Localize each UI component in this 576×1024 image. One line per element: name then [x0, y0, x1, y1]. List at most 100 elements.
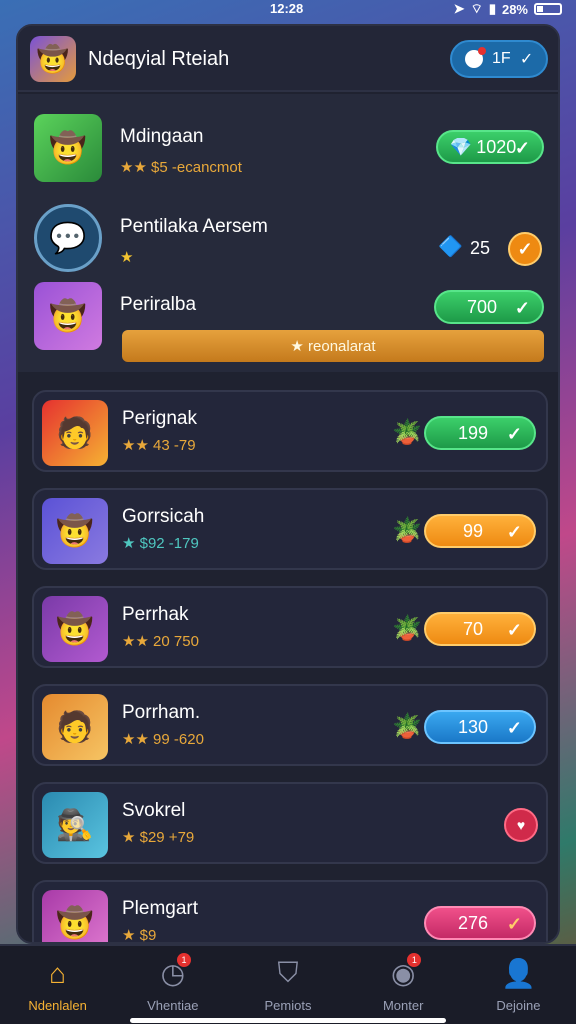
player-avatar: 🧑 — [42, 400, 108, 466]
player-name: Perignak — [122, 408, 197, 429]
page-title: Ndeqyial Rteiah — [88, 48, 230, 70]
wifi-icon: ⌔ — [470, 1, 483, 16]
score-pill[interactable]: 💎 1020 ✓ — [436, 130, 544, 164]
featured-row[interactable]: 💬 Pentilaka Aersem ★ 🔷 25 ✓ — [18, 194, 558, 274]
battery-icon — [534, 3, 562, 15]
tab-shield[interactable]: ⛉ Pemiots — [230, 946, 345, 1024]
notification-badge: 1 — [407, 953, 422, 967]
list-item[interactable]: 🤠 Perrhak ★★ 20 750 🪴 70 ✓ — [32, 586, 548, 668]
score-value: 1020 — [476, 136, 517, 157]
panel-header: 🤠 Ndeqyial Rteiah 1F ✓ — [18, 26, 558, 92]
tab-home[interactable]: ⌂ Ndenlalen — [0, 946, 115, 1024]
cowboy-avatar-icon[interactable]: 🤠 — [30, 36, 76, 82]
plant-pot-icon: 🪴 — [392, 713, 422, 740]
status-time: 12:28 — [270, 1, 304, 16]
player-stats: ★ $29 +79 — [122, 829, 195, 846]
header-currency-button[interactable]: 1F ✓ — [450, 40, 548, 78]
header-pill-value: 1F — [491, 50, 511, 67]
player-stats: ★★ 99 -620 — [122, 731, 204, 748]
player-avatar: 🤠 — [42, 498, 108, 564]
notification-dot-icon — [464, 47, 486, 68]
player-name: Periralba — [120, 294, 197, 315]
featured-row[interactable]: 🤠 Mdingaan ★★ $5 -ecancmot 💎 1020 ✓ — [18, 104, 558, 184]
leaderboard-panel: 🤠 Ndeqyial Rteiah 1F ✓ 🤠 Mdingaan ★★ $5 … — [16, 24, 560, 944]
compass-icon: ◉ 1 — [391, 953, 422, 990]
score-pill[interactable]: 276 ✓ — [424, 906, 536, 940]
score-value: 199 — [457, 422, 489, 443]
check-icon: ✓ — [506, 620, 522, 640]
status-bar: 12:28 ➤ ⌔ ▮ 28% — [0, 0, 576, 18]
check-icon: ✓ — [506, 718, 522, 738]
player-stats: ★ — [120, 249, 134, 266]
score-value: 99 — [462, 520, 484, 541]
player-avatar: 🧑 — [42, 694, 108, 760]
plant-pot-icon: 🪴 — [392, 517, 422, 544]
check-icon: ✓ — [519, 51, 534, 68]
list-item[interactable]: 🤠 Gorrsicah ★ $92 -179 🪴 99 ✓ — [32, 488, 548, 570]
tab-profile[interactable]: 👤 Dejoine — [461, 946, 576, 1024]
featured-section: 🤠 Mdingaan ★★ $5 -ecancmot 💎 1020 ✓ 💬 Pe… — [18, 94, 558, 372]
tab-explore[interactable]: ◉ 1 Monter — [346, 946, 461, 1024]
plant-pot-icon: 🪴 — [392, 419, 422, 446]
player-stats: ★★ 20 750 — [122, 633, 199, 650]
home-indicator — [130, 1018, 446, 1023]
player-avatar: 🤠 — [34, 114, 102, 182]
bottom-tab-bar: ⌂ Ndenlalen ◷ 1 Vhentiae ⛉ Pemiots ◉ 1 Mon… — [0, 944, 576, 1024]
clock-icon: ◷ 1 — [161, 953, 192, 990]
battery-percent: 28% — [501, 1, 528, 17]
chat-bubble-icon: 💬 — [34, 204, 102, 272]
check-icon: ✓ — [506, 424, 522, 444]
signal-icon: ▮ — [488, 1, 496, 16]
player-name: Porrham. — [122, 702, 201, 723]
status-icons: ➤ ⌔ ▮ 28% — [454, 1, 562, 17]
tab-label: Vhentiae — [147, 998, 199, 1013]
plant-pot-icon: 🪴 — [392, 615, 422, 642]
heart-badge-icon[interactable]: ♥ — [504, 808, 538, 842]
score-pill[interactable]: 99 ✓ — [424, 514, 536, 548]
gem-icon: 🔷 — [438, 236, 463, 258]
gem-icon: 💎 — [449, 136, 473, 157]
player-stats: ★★ 43 -79 — [122, 437, 196, 454]
reward-banner[interactable]: ★ reonalarat — [122, 330, 544, 362]
check-badge-icon[interactable]: ✓ — [508, 232, 542, 266]
location-icon: ➤ — [453, 1, 465, 16]
check-icon: ✓ — [506, 914, 522, 934]
list-item[interactable]: 🕵 Svokrel ★ $29 +79 ♥ — [32, 782, 548, 864]
check-icon: ✓ — [506, 522, 522, 542]
player-name: Pentilaka Aersem — [120, 216, 268, 237]
list-item[interactable]: 🤠 Plemgart ★ $9 276 ✓ — [32, 880, 548, 944]
player-name: Gorrsicah — [122, 506, 205, 527]
score-value: 276 — [457, 912, 489, 933]
list-item[interactable]: 🧑 Porrham. ★★ 99 -620 🪴 130 ✓ — [32, 684, 548, 766]
list-item[interactable]: 🧑 Perignak ★★ 43 -79 🪴 199 ✓ — [32, 390, 548, 472]
score-pill[interactable]: 70 ✓ — [424, 612, 536, 646]
home-icon: ⌂ — [49, 957, 67, 989]
player-stats: ★★ $5 -ecancmot — [120, 159, 242, 176]
player-avatar: 🤠 — [42, 890, 108, 942]
player-avatar: 🕵 — [42, 792, 108, 858]
notification-badge: 1 — [177, 953, 192, 967]
player-stats: ★ $9 — [122, 927, 157, 944]
player-name: Mdingaan — [120, 126, 204, 147]
tab-label: Pemiots — [264, 998, 312, 1013]
score-pill[interactable]: 199 ✓ — [424, 416, 536, 450]
player-avatar: 🤠 — [42, 596, 108, 662]
player-name: Plemgart — [122, 898, 199, 919]
player-stats: ★ $92 -179 — [122, 535, 199, 552]
player-name: Perrhak — [122, 604, 189, 625]
check-icon: ✓ — [514, 138, 530, 158]
shield-icon: ⛉ — [277, 957, 299, 988]
reward-label: ★ reonalarat — [290, 338, 376, 355]
player-avatar: 🤠 — [34, 282, 102, 350]
tab-label: Monter — [382, 998, 424, 1013]
tab-label: Dejoine — [496, 998, 541, 1013]
score-pill[interactable]: 700 ✓ — [434, 290, 544, 324]
profile-icon: 👤 — [500, 958, 536, 989]
check-icon: ✓ — [514, 298, 530, 318]
score-pill[interactable]: 130 ✓ — [424, 710, 536, 744]
tab-label: Ndenlalen — [28, 997, 87, 1013]
player-name: Svokrel — [122, 800, 186, 821]
tab-history[interactable]: ◷ 1 Vhentiae — [115, 946, 230, 1024]
score-value: 25 — [470, 238, 491, 258]
score-value: 130 — [457, 716, 489, 737]
